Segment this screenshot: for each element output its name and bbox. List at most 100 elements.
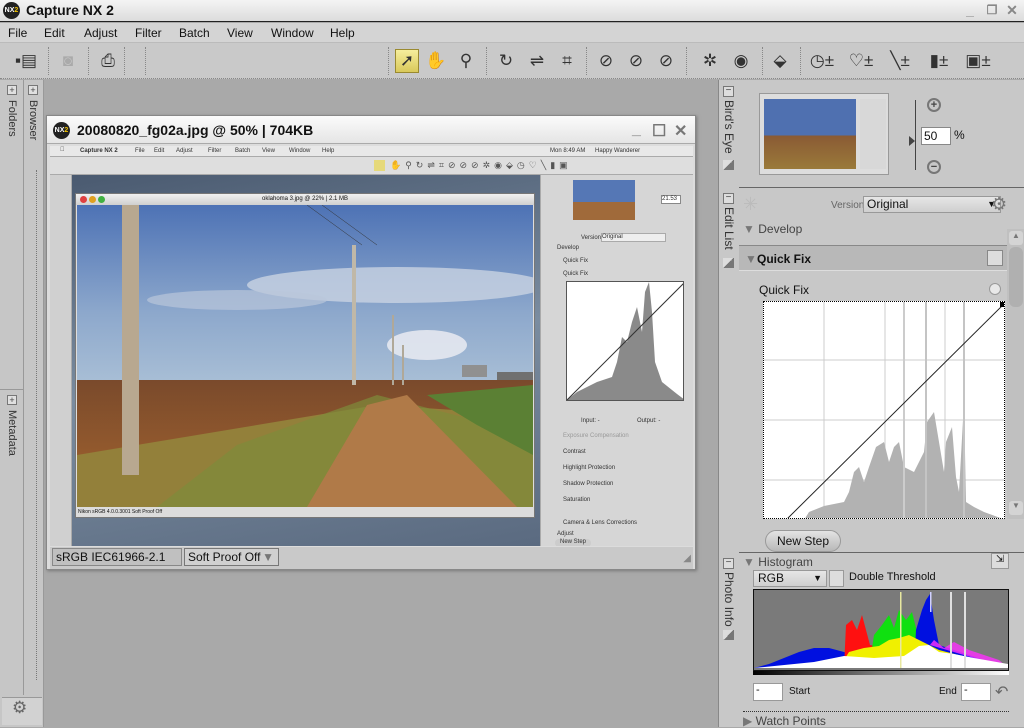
image-input: Input: -	[581, 418, 600, 424]
tab-birds-eye[interactable]: Bird's Eye	[722, 100, 736, 154]
settings-gear-icon[interactable]: ⚙	[2, 697, 42, 725]
start-input[interactable]: -	[753, 683, 783, 701]
expand-icon[interactable]: +	[28, 85, 38, 95]
arrow-select-icon[interactable]: ➚	[395, 49, 419, 73]
menu-filter[interactable]: Filter	[135, 26, 162, 40]
rotate-icon[interactable]: ↻	[494, 49, 518, 73]
tab-browser[interactable]: Browser	[27, 100, 39, 140]
neutral-control-point-icon[interactable]: ⊘	[624, 49, 648, 73]
resize-handle[interactable]	[36, 170, 37, 680]
zoom-icon[interactable]: ⚲	[454, 49, 478, 73]
new-step-button[interactable]: New Step	[765, 530, 841, 552]
close-button[interactable]: ✕	[1004, 3, 1020, 18]
straighten-icon[interactable]: ⇌	[525, 49, 549, 73]
document-title-bar[interactable]: NX2 20080820_fg02a.jpg @ 50% | 704KB _ ☐…	[47, 116, 695, 144]
toolbar-separator	[686, 47, 687, 75]
zoom-slider-handle[interactable]	[909, 136, 915, 146]
workspace-icon[interactable]: ▪▤	[14, 49, 38, 73]
tab-edit-list[interactable]: Edit List	[722, 207, 736, 250]
undock-icon[interactable]	[723, 630, 734, 640]
tab-photo-info[interactable]: Photo Info	[722, 572, 736, 627]
image-right-dock: 21.53 Version Original Develop Quick Fix…	[540, 175, 693, 546]
collapse-icon[interactable]: −	[723, 558, 734, 569]
minimize-button[interactable]: _	[962, 3, 978, 18]
menu-batch[interactable]: Batch	[179, 26, 210, 40]
print-icon[interactable]: ⎙	[96, 49, 120, 73]
eye-icon[interactable]: ◉	[729, 49, 753, 73]
doc-close-button[interactable]: ✕	[674, 121, 687, 141]
color-control-point-icon[interactable]: ◷±	[810, 49, 834, 73]
hand-icon[interactable]: ✋	[424, 49, 448, 73]
image-inner-window: oklahoma 3.jpg @ 22% | 2.1 MB Nikon sRGB…	[75, 193, 535, 518]
fill-icon[interactable]: ▣±	[965, 49, 990, 73]
menu-edit[interactable]: Edit	[44, 26, 65, 40]
menu-adjust[interactable]: Adjust	[84, 26, 117, 40]
auto-retouch-brush-icon[interactable]: ⬙	[768, 49, 792, 73]
end-input[interactable]: -	[961, 683, 991, 701]
lasso-icon[interactable]: ♡±	[849, 49, 874, 73]
menu-help[interactable]: Help	[330, 26, 355, 40]
channel-dropdown[interactable]: RGB ▼	[753, 570, 827, 587]
menu-view[interactable]: View	[227, 26, 253, 40]
black-control-point-icon[interactable]: ⊘	[594, 49, 618, 73]
quick-fix-radio[interactable]	[989, 283, 1001, 295]
camera-icon[interactable]: ◙	[56, 49, 80, 73]
develop-section[interactable]: ▼ Develop	[743, 222, 802, 236]
soft-proof-dropdown[interactable]: Soft Proof Off ▼	[184, 548, 279, 566]
expand-icon[interactable]: +	[7, 85, 17, 95]
histogram-section[interactable]: ▼ Histogram	[743, 555, 813, 569]
expand-icon[interactable]: +	[7, 395, 17, 405]
red-eye-icon[interactable]: ✲	[698, 49, 722, 73]
toolbar-separator	[388, 47, 389, 75]
zoom-in-icon[interactable]: +	[927, 98, 941, 112]
toolbar-separator	[48, 47, 49, 75]
resize-grip-icon[interactable]: ◢	[683, 553, 691, 564]
menu-window[interactable]: Window	[271, 26, 314, 40]
collapse-icon[interactable]: −	[723, 193, 734, 204]
zoom-percent-input[interactable]: 50	[921, 127, 951, 145]
doc-maximize-button[interactable]: ☐	[652, 121, 666, 141]
histogram-graph[interactable]	[753, 589, 1009, 671]
menu-file[interactable]: File	[8, 26, 27, 40]
image-text: Filter	[208, 148, 222, 154]
quick-fix-title: Quick Fix	[757, 252, 812, 266]
image-text: View	[262, 148, 275, 154]
color-profile-field: sRGB IEC61966-2.1	[52, 548, 182, 566]
scroll-down-icon[interactable]: ▼	[1009, 501, 1023, 515]
scroll-thumb[interactable]	[1009, 247, 1023, 307]
edit-list-scrollbar[interactable]: ▲ ▼	[1007, 229, 1024, 519]
image-birds-eye-thumb	[573, 180, 635, 220]
image-canvas[interactable]:  Capture NX 2 File Edit Adjust Filter B…	[50, 146, 693, 546]
quick-fix-header[interactable]: ▼ Quick Fix	[739, 245, 1007, 271]
doc-minimize-button[interactable]: _	[632, 121, 641, 139]
scroll-up-icon[interactable]: ▲	[1009, 231, 1023, 245]
image-version-select: Original	[601, 233, 666, 242]
settings-gear-icon[interactable]: ⚙	[991, 194, 1007, 215]
pop-out-icon[interactable]: ⇲	[991, 553, 1009, 569]
tab-folders[interactable]: Folders	[6, 100, 18, 137]
gradient-icon[interactable]: ▮±	[927, 49, 951, 73]
thumbnail-image	[764, 99, 856, 169]
app-logo-icon: NX2	[3, 2, 20, 19]
image-mac-menubar:  Capture NX 2 File Edit Adjust Filter B…	[50, 146, 693, 157]
toolbar-separator	[762, 47, 763, 75]
double-threshold-checkbox[interactable]	[829, 570, 844, 587]
quick-fix-checkbox[interactable]	[987, 250, 1003, 266]
restore-button[interactable]: ❐	[984, 3, 1000, 18]
version-dropdown[interactable]: Original ▼	[863, 196, 1001, 213]
zoom-slider-track[interactable]	[915, 100, 916, 170]
tab-metadata[interactable]: Metadata	[6, 410, 18, 456]
watch-points-section[interactable]: ▶ Watch Points	[743, 711, 1009, 728]
zoom-out-icon[interactable]: −	[927, 160, 941, 174]
image-text: Capture NX 2	[80, 148, 118, 154]
brush-icon[interactable]: ╲±	[888, 49, 912, 73]
undock-icon[interactable]	[723, 258, 734, 268]
collapse-icon[interactable]: −	[723, 86, 734, 97]
reset-icon[interactable]: ↶	[995, 682, 1008, 702]
birds-eye-thumbnail[interactable]	[759, 93, 889, 175]
undock-icon[interactable]	[723, 160, 734, 170]
curve-editor[interactable]	[763, 301, 1005, 519]
crop-icon[interactable]: ⌗	[555, 49, 579, 73]
white-control-point-icon[interactable]: ⊘	[654, 49, 678, 73]
image-slider-label: Highlight Protection	[563, 465, 616, 471]
